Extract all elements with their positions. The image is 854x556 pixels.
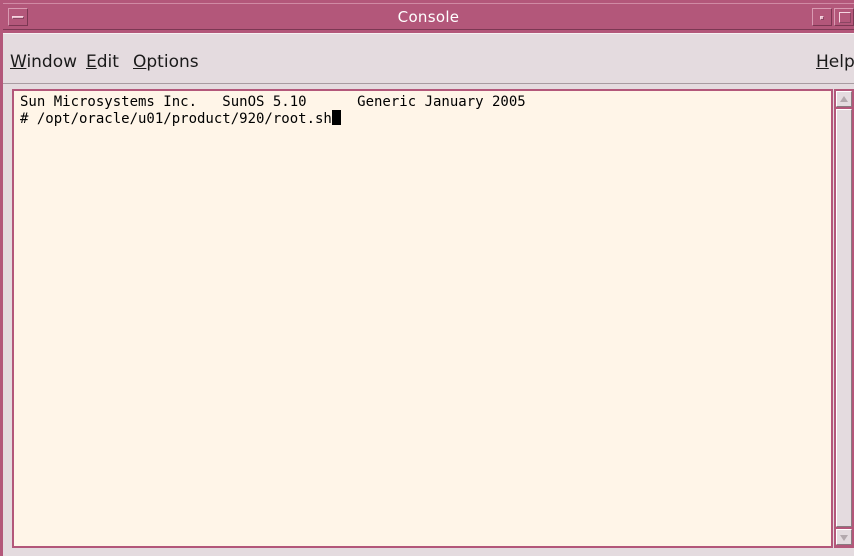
minimize-button[interactable] [812, 8, 832, 26]
window-title: Console [397, 8, 460, 26]
text-cursor [331, 110, 341, 125]
menu-edit-mnemonic: E [86, 52, 97, 72]
terminal-line-banner: Sun Microsystems Inc. SunOS 5.10 Generic… [20, 94, 526, 110]
minimize-icon [820, 16, 824, 20]
menu-edit[interactable]: Edit [86, 52, 119, 72]
menu-window[interactable]: Window [10, 52, 77, 72]
terminal-line-prompt: # /opt/oracle/u01/product/920/root.sh [20, 110, 526, 127]
scrollbar-thumb[interactable] [836, 109, 852, 527]
menu-window-mnemonic: W [10, 52, 27, 72]
terminal-command: # /opt/oracle/u01/product/920/root.sh [20, 111, 332, 127]
terminal-output: Sun Microsystems Inc. SunOS 5.10 Generic… [20, 94, 526, 127]
menu-window-label: indow [26, 52, 78, 72]
menu-separator [3, 83, 854, 84]
console-window: Console Window Edit Options Help Sun Mic… [0, 0, 854, 556]
title-bar[interactable]: Console [3, 3, 854, 30]
menu-edit-label: dit [96, 52, 119, 72]
vertical-scrollbar[interactable] [834, 89, 854, 548]
maximize-icon [839, 12, 851, 23]
maximize-button[interactable] [834, 8, 854, 26]
menu-options-label: ptions [146, 52, 199, 72]
menu-help-label: elp [828, 52, 854, 72]
menu-bar: Window Edit Options Help [3, 33, 854, 85]
menu-options[interactable]: Options [133, 52, 199, 72]
menu-options-mnemonic: O [133, 52, 147, 72]
arrow-down-icon[interactable] [836, 529, 852, 545]
menu-help-mnemonic: H [816, 52, 829, 72]
terminal-area[interactable]: Sun Microsystems Inc. SunOS 5.10 Generic… [12, 89, 833, 548]
menu-help[interactable]: Help [816, 52, 854, 72]
arrow-up-icon[interactable] [836, 91, 852, 107]
